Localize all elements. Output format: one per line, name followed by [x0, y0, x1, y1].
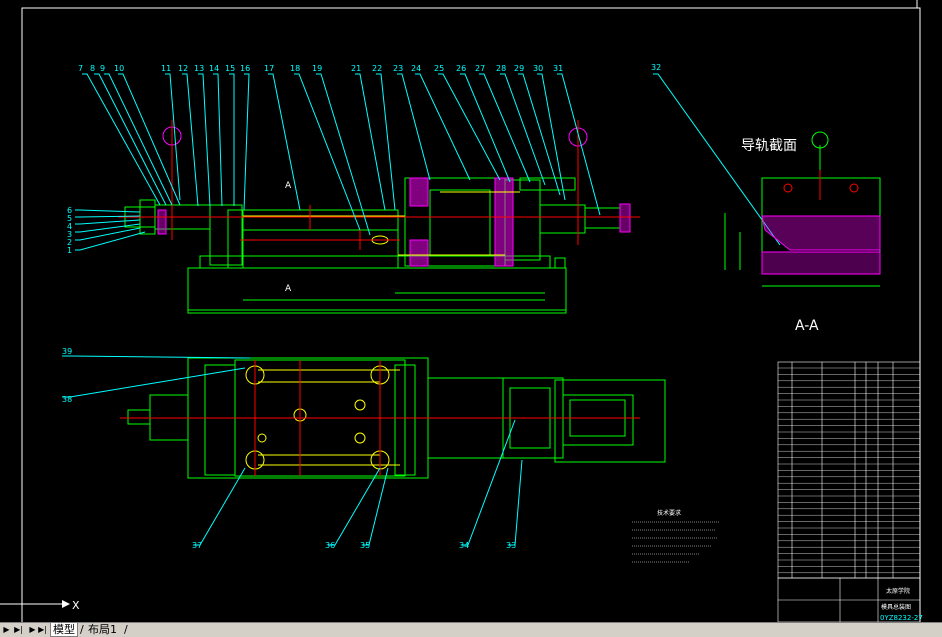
- view-marker-bottom: A: [285, 284, 292, 294]
- view-marker-top: A: [285, 181, 292, 191]
- drawing-canvas[interactable]: A A 7 8 9 10 11 12 13 14 15 16 17 18 19 …: [0, 0, 942, 622]
- next-tab-button[interactable]: ▶: [28, 624, 37, 635]
- part-number: 15: [225, 64, 235, 73]
- parts-list: [777, 361, 921, 622]
- part-numbers-top: 7 8 9 10 11 12 13 14 15 16 17 18 19 21 22 23 24 25 26 27 28 2…: [78, 64, 563, 73]
- title-school: 太原学院: [886, 587, 910, 595]
- section-view: 导轨截面 A-A: [724, 131, 881, 334]
- part-number: 31: [553, 64, 563, 73]
- leader-lines: [75, 73, 781, 251]
- part-number: 14: [209, 64, 219, 73]
- part-number: 24: [411, 64, 421, 73]
- part-number: 37: [192, 541, 202, 550]
- part-number: 27: [475, 64, 485, 73]
- part-numbers-plan: 39 38 37 36 35 34 33: [62, 347, 516, 550]
- part-number: 35: [360, 541, 370, 550]
- part-number: 11: [161, 64, 171, 73]
- part-number: 16: [240, 64, 250, 73]
- part-number: 21: [351, 64, 361, 73]
- part-number: 8: [90, 64, 95, 73]
- part-number: 29: [514, 64, 524, 73]
- plan-leaders: [62, 355, 523, 546]
- part-number: 26: [456, 64, 466, 73]
- tab-separator: /: [80, 623, 84, 636]
- technical-requirements: 技术要求: [632, 509, 720, 563]
- part-number: 19: [312, 64, 322, 73]
- tech-req-title: 技术要求: [657, 509, 681, 517]
- ucs-icon: X: [0, 599, 80, 612]
- part-number: 25: [434, 64, 444, 73]
- section-title: 导轨截面: [741, 138, 797, 154]
- ucs-x-label: X: [72, 599, 80, 612]
- part-number: 7: [78, 64, 83, 73]
- section-label: A-A: [795, 318, 819, 334]
- part-number: 23: [393, 64, 403, 73]
- first-tab-button[interactable]: ▶: [2, 624, 11, 635]
- part-number: 18: [290, 64, 300, 73]
- plan-centerlines: [120, 360, 640, 476]
- tab-model[interactable]: 模型: [50, 623, 78, 637]
- part-number: 10: [114, 64, 124, 73]
- part-number: 38: [62, 395, 72, 404]
- part-number: 30: [533, 64, 543, 73]
- last-tab-button[interactable]: ▶|: [38, 624, 47, 635]
- part-number: 9: [100, 64, 105, 73]
- part-number-32: 32: [651, 63, 661, 72]
- part-number: 39: [62, 347, 72, 356]
- part-number: 13: [194, 64, 204, 73]
- part-number: 36: [325, 541, 335, 550]
- sheet-frame: [21, 7, 921, 622]
- part-number: 33: [506, 541, 516, 550]
- part-number: 1: [67, 246, 72, 255]
- part-number: 22: [372, 64, 382, 73]
- part-number: 12: [178, 64, 188, 73]
- part-numbers-left: 654321: [67, 206, 72, 255]
- elevation-view: [124, 126, 631, 314]
- title-drawing-name: 模具总装图: [881, 603, 911, 611]
- part-number: 34: [459, 541, 469, 550]
- part-number: 17: [264, 64, 274, 73]
- prev-tab-button[interactable]: ▶|: [14, 624, 23, 635]
- layout-tab-bar: ▶ ▶| ▶ ▶| 模型 / 布局1 /: [0, 622, 942, 637]
- title-drawing-no: 0YZ8232-27: [880, 614, 923, 622]
- tab-separator-end: /: [124, 623, 128, 636]
- part-number: 28: [496, 64, 506, 73]
- tab-layout1[interactable]: 布局1: [86, 623, 119, 636]
